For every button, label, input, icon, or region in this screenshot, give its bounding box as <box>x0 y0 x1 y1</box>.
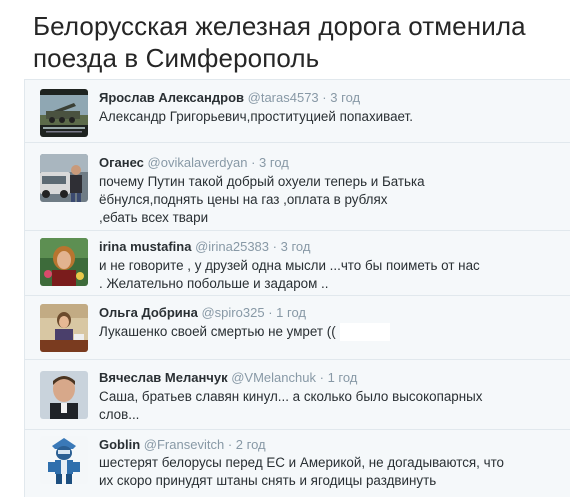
user-handle[interactable]: @irina25383 <box>195 239 269 254</box>
tweet-text: Лукашенко своей смертью не умрет (( <box>99 324 336 339</box>
timestamp[interactable]: 3 год <box>259 155 289 170</box>
military-vehicle-avatar-image <box>40 89 88 137</box>
tweet-text: Александр Григорьевич,проституцией попах… <box>99 109 413 124</box>
woman-at-desk-avatar-image <box>40 304 88 352</box>
tweet-header: Ярослав Александров @taras4573 · 3 год <box>99 90 360 106</box>
tweet-text: и не говорите , у друзей одна мысли ...ч… <box>99 258 480 291</box>
avatar[interactable] <box>40 304 88 352</box>
user-name[interactable]: Ольга Добрина <box>99 305 198 320</box>
tweet[interactable]: Ярослав Александров @taras4573 · 3 год А… <box>25 80 570 143</box>
user-handle[interactable]: @ovikalaverdyan <box>148 155 248 170</box>
user-handle[interactable]: @taras4573 <box>248 90 319 105</box>
user-name[interactable]: Вячеслав Меланчук <box>99 370 228 385</box>
tweet-text: Саша, братьев славян кинул... а сколько … <box>99 389 483 422</box>
tweet[interactable]: Ольга Добрина @spiro325 · 1 год Лукашенк… <box>25 296 570 360</box>
tweet-header: irina mustafina @irina25383 · 3 год <box>99 239 310 255</box>
tweet[interactable]: Оганес @ovikalaverdyan · 3 год почему Пу… <box>25 143 570 231</box>
screenshot: Белорусская железная дорога отменила пое… <box>0 0 570 497</box>
tweet-header: Оганес @ovikalaverdyan · 3 год <box>99 155 289 171</box>
user-name[interactable]: Goblin <box>99 437 140 452</box>
user-name[interactable]: irina mustafina <box>99 239 191 254</box>
user-handle[interactable]: @VMelanchuk <box>231 370 316 385</box>
man-with-car-avatar-image <box>40 154 88 202</box>
timestamp[interactable]: 1 год <box>276 305 306 320</box>
tweet-text: почему Путин такой добрый охуели теперь … <box>99 174 425 225</box>
avatar[interactable] <box>40 154 88 202</box>
separator-dot: · <box>272 239 277 254</box>
separator-dot: · <box>319 370 324 385</box>
tweet-text-row: Лукашенко своей смертью не умрет (( <box>99 323 539 341</box>
tweet-text: шестерят белорусы перед ЕС и Америкой, н… <box>99 455 505 488</box>
avatar[interactable] <box>40 436 88 484</box>
separator-dot: · <box>322 90 327 105</box>
separator-dot: · <box>227 437 233 452</box>
separator-dot: · <box>268 305 273 320</box>
timestamp[interactable]: 2 год <box>236 437 266 452</box>
man-portrait-avatar-image <box>40 371 88 419</box>
timestamp[interactable]: 3 год <box>330 90 360 105</box>
tweet-feed: Ярослав Александров @taras4573 · 3 год А… <box>24 79 570 497</box>
timestamp[interactable]: 3 год <box>281 239 311 254</box>
user-handle[interactable]: @spiro325 <box>201 305 264 320</box>
timestamp[interactable]: 1 год <box>328 370 358 385</box>
user-name[interactable]: Оганес <box>99 155 144 170</box>
goblin-character-avatar-image <box>40 436 88 484</box>
tweet[interactable]: Вячеслав Меланчук @VMelanchuk · 1 год Са… <box>25 360 570 430</box>
tweet-header: Вячеслав Меланчук @VMelanchuk · 1 год <box>99 370 357 386</box>
tweet-header: Ольга Добрина @spiro325 · 1 год <box>99 305 306 321</box>
avatar[interactable] <box>40 371 88 419</box>
redacted-block <box>339 323 390 341</box>
avatar[interactable] <box>40 89 88 137</box>
user-name[interactable]: Ярослав Александров <box>99 90 244 105</box>
tweet-header: Goblin @Fransevitch · 2 год <box>99 437 266 453</box>
tweet[interactable]: irina mustafina @irina25383 · 3 год и не… <box>25 231 570 296</box>
user-handle[interactable]: @Fransevitch <box>144 437 224 452</box>
headline: Белорусская железная дорога отменила пое… <box>33 11 526 73</box>
separator-dot: · <box>251 155 256 170</box>
tweet[interactable]: Goblin @Fransevitch · 2 год шестерят бел… <box>25 430 570 497</box>
avatar[interactable] <box>40 238 88 286</box>
woman-portrait-avatar-image <box>40 238 88 286</box>
